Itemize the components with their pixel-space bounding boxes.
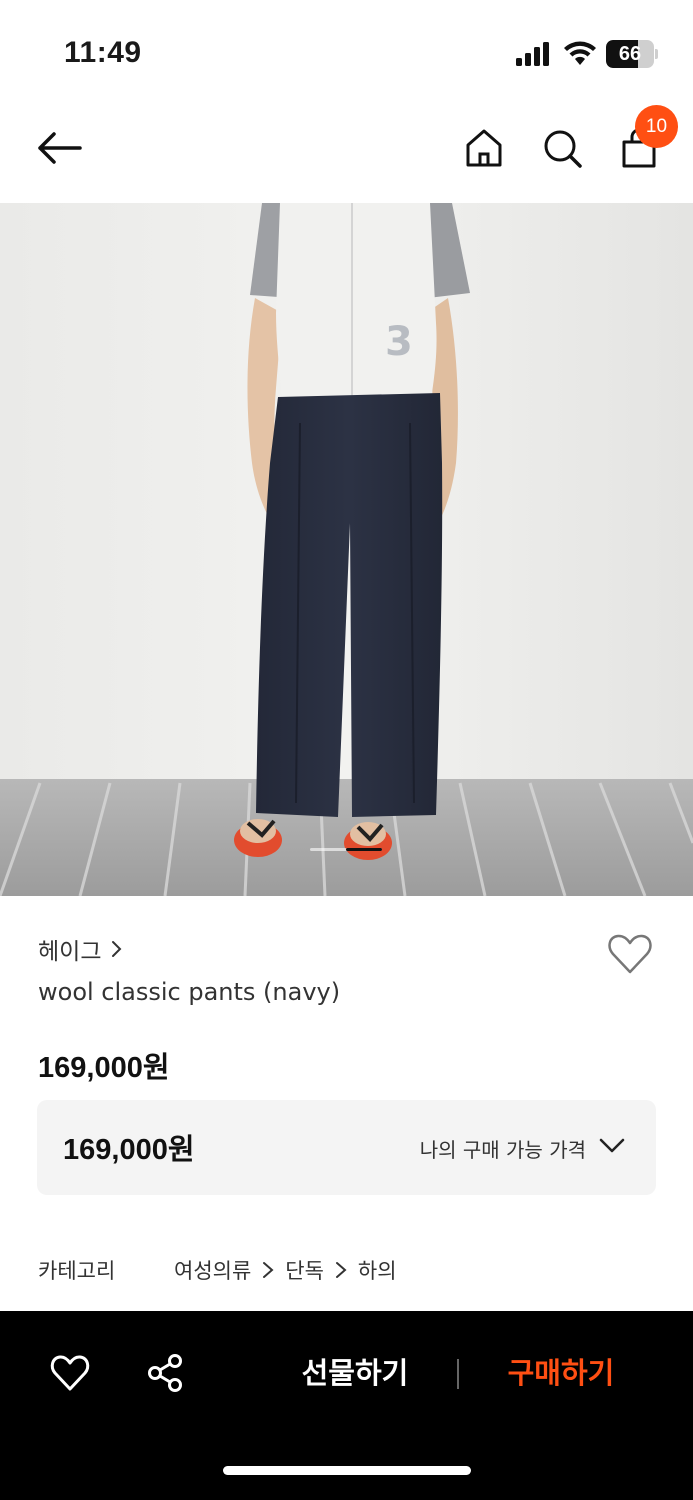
chevron-right-icon <box>112 941 122 957</box>
carousel-position-indicator <box>346 848 382 851</box>
buy-button[interactable]: 구매하기 <box>486 1351 636 1395</box>
battery-level: 66 <box>618 43 642 65</box>
brand-link[interactable]: 헤이그 <box>38 932 123 966</box>
top-navigation: 10 <box>0 100 693 203</box>
home-indicator[interactable] <box>223 1466 471 1475</box>
category-item-womens-clothing[interactable]: 여성의류 <box>174 1255 251 1285</box>
my-price-dropdown[interactable]: 169,000원 나의 구매 가능 가격 <box>37 1100 656 1195</box>
heart-icon[interactable] <box>606 932 654 976</box>
category-item-bottoms[interactable]: 하의 <box>358 1255 397 1285</box>
product-price: 169,000원 <box>38 1052 170 1084</box>
brand-name: 헤이그 <box>38 939 102 965</box>
battery-icon: 66 <box>606 40 658 68</box>
bottom-action-bar: 선물하기 구매하기 <box>0 1311 693 1500</box>
gift-button[interactable]: 선물하기 <box>280 1351 430 1395</box>
back-arrow-icon[interactable] <box>34 128 84 168</box>
my-price-label: 나의 구매 가능 가격 <box>419 1138 586 1162</box>
wifi-icon <box>564 41 596 65</box>
divider <box>457 1359 459 1389</box>
cart-count-badge: 10 <box>635 105 678 148</box>
product-name: wool classic pants (navy) <box>38 978 341 1006</box>
status-bar: 11:49 66 <box>0 0 693 100</box>
home-icon[interactable] <box>462 126 506 170</box>
search-icon[interactable] <box>540 126 584 170</box>
product-image-carousel[interactable]: 3 <box>0 203 693 896</box>
product-photo: 3 <box>0 203 693 896</box>
category-item-exclusive[interactable]: 단독 <box>285 1255 324 1285</box>
share-icon[interactable] <box>145 1353 187 1393</box>
category-breadcrumb: 카테고리 여성의류 단독 하의 <box>38 1255 397 1285</box>
chevron-right-icon <box>335 1262 347 1278</box>
heart-icon[interactable] <box>49 1353 91 1393</box>
my-price-value: 169,000원 <box>63 1134 195 1166</box>
chevron-down-icon <box>599 1138 625 1153</box>
chevron-right-icon <box>263 1262 274 1278</box>
svg-text:3: 3 <box>385 319 413 365</box>
cellular-signal-icon <box>516 42 549 66</box>
status-time: 11:49 <box>64 36 142 69</box>
category-label: 카테고리 <box>38 1259 116 1283</box>
